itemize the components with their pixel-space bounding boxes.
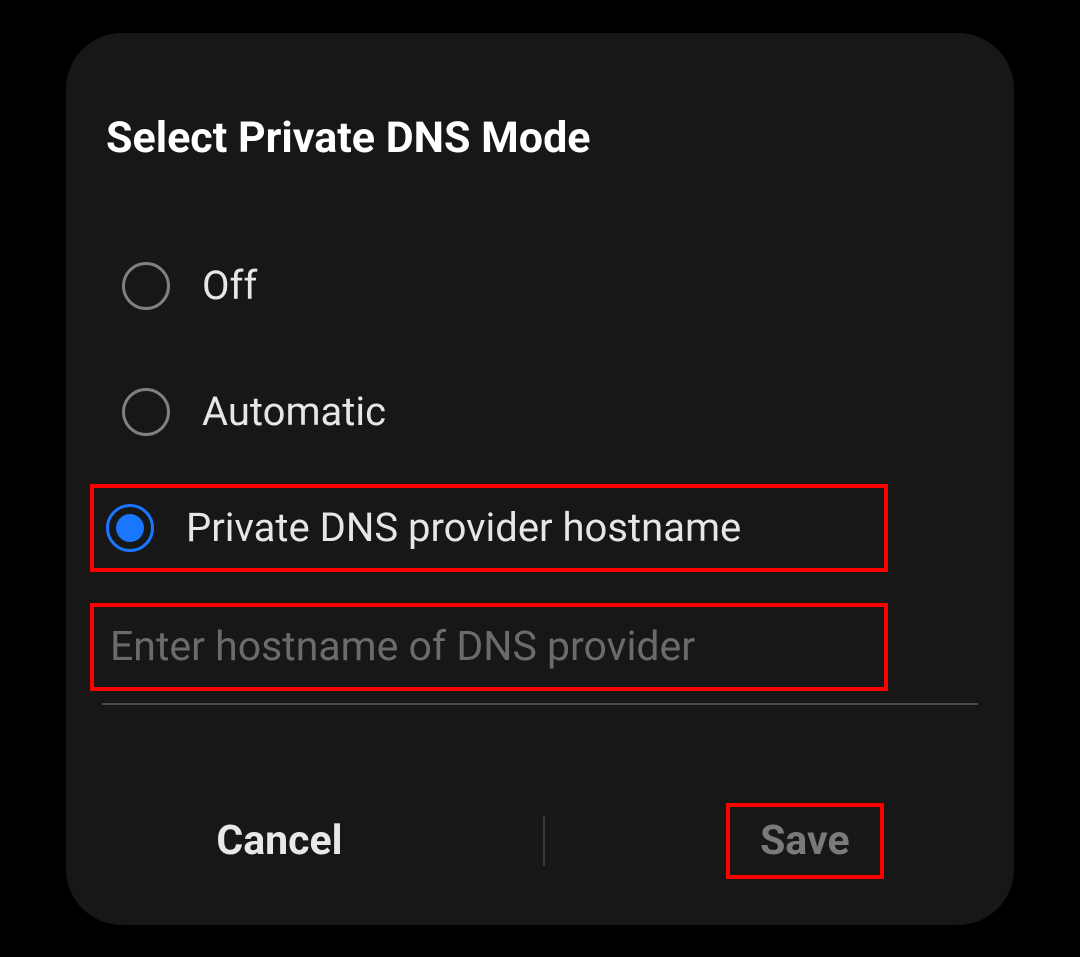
radio-label-provider-hostname: Private DNS provider hostname — [186, 504, 741, 551]
radio-option-off[interactable]: Off — [86, 232, 994, 340]
radio-label-off: Off — [202, 262, 257, 309]
radio-icon-selected — [106, 504, 154, 552]
private-dns-dialog: Select Private DNS Mode Off Automatic Pr… — [66, 33, 1014, 925]
radio-label-automatic: Automatic — [202, 388, 386, 435]
radio-icon — [122, 388, 170, 436]
cancel-button[interactable]: Cancel — [196, 809, 362, 873]
radio-icon — [122, 262, 170, 310]
save-button-highlight: Save — [726, 803, 884, 879]
save-button[interactable]: Save — [740, 809, 870, 873]
input-underline — [102, 703, 978, 705]
radio-option-provider-hostname[interactable]: Private DNS provider hostname — [90, 484, 888, 572]
radio-option-automatic[interactable]: Automatic — [86, 358, 994, 466]
button-divider — [543, 816, 545, 866]
dialog-title: Select Private DNS Mode — [66, 113, 1014, 223]
hostname-input[interactable] — [102, 611, 876, 683]
dialog-button-row: Cancel Save — [66, 767, 1014, 925]
hostname-input-wrapper — [90, 603, 888, 691]
